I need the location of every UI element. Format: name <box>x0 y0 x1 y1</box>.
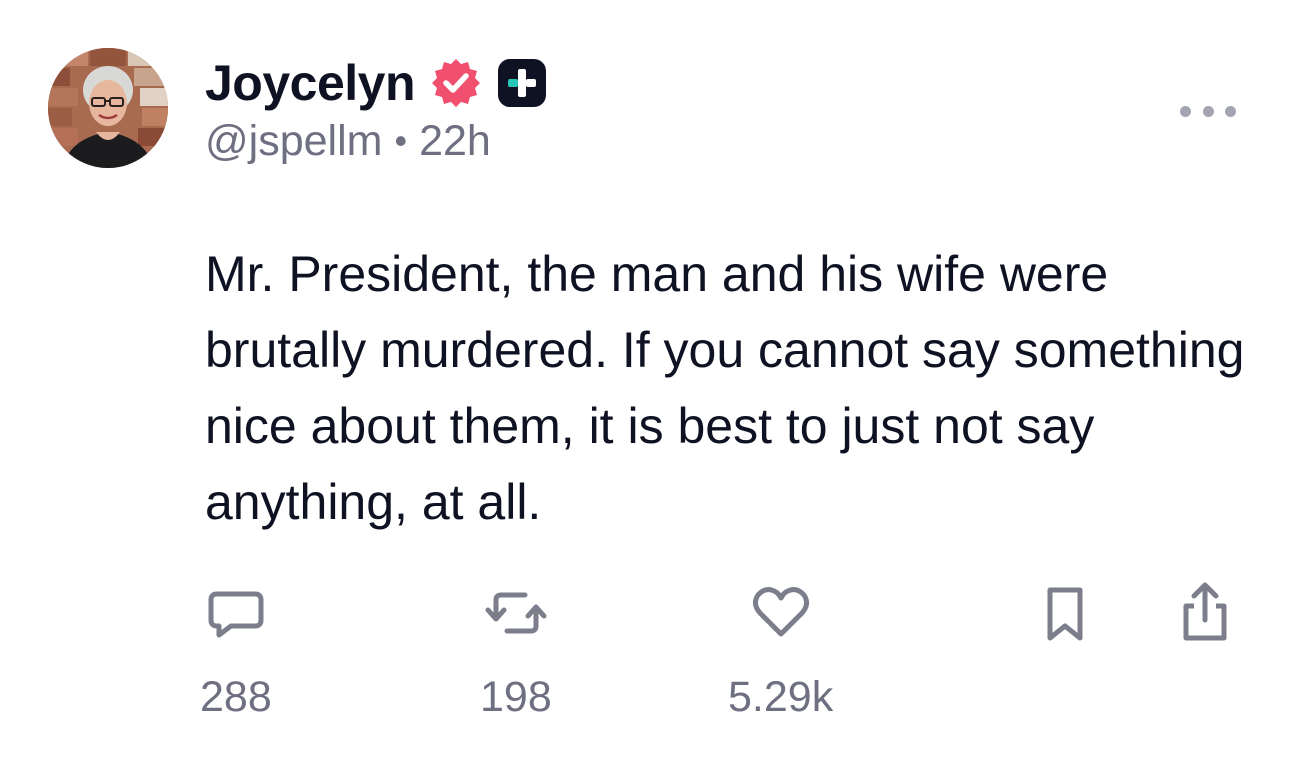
reply-icon <box>208 591 264 638</box>
reply-button[interactable]: 288 <box>200 580 272 722</box>
verified-badge-icon <box>432 59 481 107</box>
repost-count: 198 <box>480 673 552 721</box>
post-header: Joycelyn @jspellm • 22h <box>205 52 549 172</box>
repost-button[interactable]: 198 <box>480 580 552 722</box>
avatar-image <box>48 48 168 168</box>
meta-separator: • <box>394 120 408 161</box>
post-body-text: Mr. President, the man and his wife were… <box>205 246 1245 530</box>
more-dot-icon <box>1180 105 1191 117</box>
more-dot-icon <box>1202 105 1214 117</box>
post-timestamp[interactable]: 22h <box>419 116 491 166</box>
reply-count: 288 <box>200 673 272 721</box>
share-button[interactable] <box>1172 580 1238 646</box>
like-button[interactable]: 5.29k <box>728 580 833 722</box>
repost-icon <box>485 592 547 634</box>
author-display-name[interactable]: Joycelyn <box>205 52 416 114</box>
post-actions-bar: 288 198 5.29k <box>0 580 1290 740</box>
bookmark-button[interactable] <box>1032 580 1098 646</box>
avatar[interactable] <box>48 48 168 168</box>
author-name-row: Joycelyn <box>205 52 549 114</box>
more-dot-icon <box>1225 105 1236 117</box>
author-meta-row: @jspellm • 22h <box>205 116 549 166</box>
author-handle[interactable]: @jspellm <box>205 116 382 166</box>
more-options-button[interactable] <box>1180 94 1236 128</box>
share-icon <box>1183 582 1227 641</box>
like-count: 5.29k <box>728 673 834 721</box>
heart-icon <box>752 587 809 637</box>
post-card: Joycelyn @jspellm • 22h Mr. President, t… <box>0 0 1290 763</box>
plus-badge-icon <box>498 59 547 107</box>
bookmark-icon <box>1047 587 1083 641</box>
